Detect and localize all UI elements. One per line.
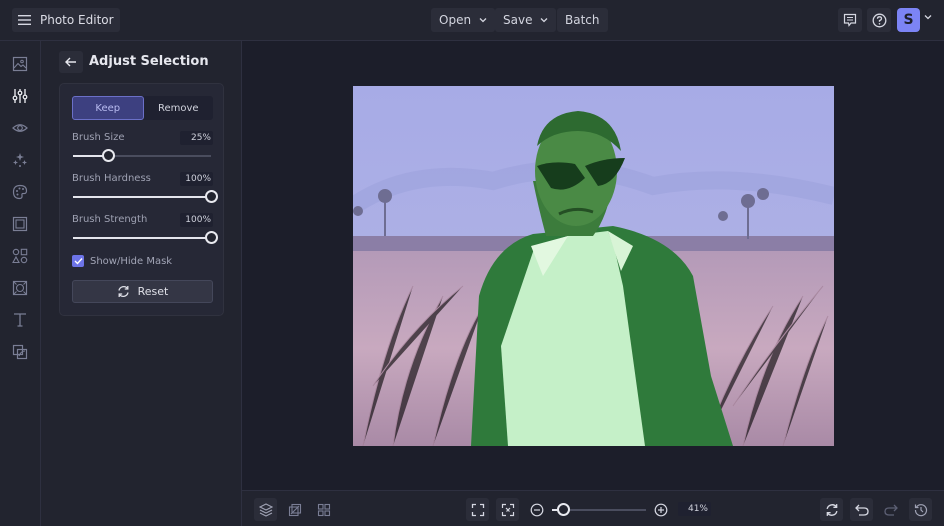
chevron-down-icon	[540, 17, 548, 23]
palette-icon	[12, 184, 28, 200]
panel-title: Adjust Selection	[89, 54, 209, 69]
selection-settings-card: Keep Remove Brush Size 25% Brush Hardnes…	[59, 83, 224, 316]
show-hide-mask-row: Show/Hide Mask	[72, 255, 172, 267]
compare-button[interactable]	[283, 498, 306, 521]
masked-photo-illustration	[353, 86, 834, 446]
undo-icon	[854, 504, 869, 516]
refresh-icon	[825, 503, 839, 517]
brush-strength-value[interactable]: 100%	[180, 213, 213, 227]
top-bar: Photo Editor Open Save Batch S	[0, 0, 944, 41]
reset-button[interactable]: Reset	[72, 280, 213, 303]
zoom-in-button[interactable]	[649, 498, 672, 521]
zoom-out-button[interactable]	[525, 498, 548, 521]
brush-size-value[interactable]: 25%	[180, 131, 213, 145]
overlay-icon	[12, 280, 28, 296]
app-menu-button[interactable]: Photo Editor	[12, 8, 120, 32]
redo-button[interactable]	[879, 498, 902, 521]
open-label: Open	[439, 13, 472, 27]
remove-button[interactable]: Remove	[144, 96, 214, 120]
chevron-down-icon	[479, 17, 487, 23]
history-button[interactable]	[909, 498, 932, 521]
help-button[interactable]	[867, 8, 891, 32]
sparkle-icon	[12, 152, 28, 168]
arrow-left-icon	[65, 57, 77, 67]
shapes-icon	[12, 248, 28, 264]
mode-toggle: Keep Remove	[72, 96, 213, 120]
reset-label: Reset	[137, 285, 169, 298]
brush-hardness-slider[interactable]	[73, 190, 218, 203]
help-icon	[872, 13, 887, 28]
redo-icon	[883, 504, 898, 516]
chevron-down-icon[interactable]	[924, 14, 932, 20]
texture-icon	[12, 344, 28, 360]
grid-view-button[interactable]	[312, 498, 335, 521]
slider-thumb[interactable]	[205, 190, 218, 203]
back-button[interactable]	[59, 51, 83, 73]
keep-button[interactable]: Keep	[72, 96, 144, 120]
zoom-slider-thumb[interactable]	[557, 503, 570, 516]
brush-strength-label: Brush Strength	[72, 214, 148, 225]
hamburger-icon	[18, 14, 32, 26]
editor-canvas[interactable]	[242, 41, 944, 490]
shrink-icon	[501, 503, 515, 517]
slider-thumb[interactable]	[205, 231, 218, 244]
brush-size-label: Brush Size	[72, 132, 125, 143]
comment-icon	[843, 13, 857, 27]
sync-button[interactable]	[820, 498, 843, 521]
undo-button[interactable]	[850, 498, 873, 521]
adjust-selection-panel: Adjust Selection Keep Remove Brush Size …	[41, 41, 242, 526]
bottom-toolbar: 41%	[242, 490, 944, 526]
slider-fill	[73, 196, 211, 198]
save-menu-button[interactable]: Save	[495, 8, 557, 32]
layers-icon	[258, 502, 273, 517]
text-icon	[12, 312, 28, 328]
rail-item-image[interactable]	[11, 55, 29, 73]
brush-strength-slider[interactable]	[73, 231, 218, 244]
zoom-in-icon	[654, 503, 668, 517]
slider-fill	[73, 237, 211, 239]
rail-item-frames[interactable]	[11, 215, 29, 233]
zoom-out-icon	[530, 503, 544, 517]
rail-item-graphics[interactable]	[11, 247, 29, 265]
compare-icon	[288, 503, 302, 517]
zoom-value[interactable]: 41%	[678, 502, 711, 516]
actual-size-button[interactable]	[496, 498, 519, 521]
rail-item-text[interactable]	[11, 311, 29, 329]
tool-rail	[0, 41, 41, 526]
checkmark-icon	[74, 257, 83, 265]
image-icon	[12, 56, 28, 72]
show-hide-mask-label: Show/Hide Mask	[90, 255, 173, 267]
brush-size-slider[interactable]	[73, 149, 211, 162]
sliders-icon	[12, 88, 28, 104]
frame-icon	[12, 216, 28, 232]
rail-item-overlays[interactable]	[11, 279, 29, 297]
rail-item-view[interactable]	[11, 119, 29, 137]
layers-button[interactable]	[254, 498, 277, 521]
rail-item-effects[interactable]	[11, 151, 29, 169]
brush-hardness-label: Brush Hardness	[72, 173, 151, 184]
expand-icon	[471, 503, 485, 517]
rail-item-textures[interactable]	[11, 343, 29, 361]
history-icon	[914, 503, 928, 517]
fit-to-screen-button[interactable]	[466, 498, 489, 521]
avatar[interactable]: S	[897, 8, 920, 32]
batch-button[interactable]: Batch	[557, 8, 608, 32]
batch-label: Batch	[565, 13, 600, 27]
brush-hardness-value[interactable]: 100%	[180, 172, 213, 186]
show-hide-mask-checkbox[interactable]	[72, 255, 84, 267]
feedback-button[interactable]	[838, 8, 862, 32]
eye-icon	[12, 120, 28, 136]
save-label: Save	[503, 13, 533, 27]
app-title: Photo Editor	[40, 13, 114, 27]
refresh-icon	[117, 285, 130, 298]
open-menu-button[interactable]: Open	[431, 8, 496, 32]
rail-item-artsy[interactable]	[11, 183, 29, 201]
rail-item-adjust[interactable]	[11, 87, 29, 105]
slider-thumb[interactable]	[102, 149, 115, 162]
grid-icon	[317, 503, 331, 517]
photo-with-mask[interactable]	[353, 86, 834, 446]
